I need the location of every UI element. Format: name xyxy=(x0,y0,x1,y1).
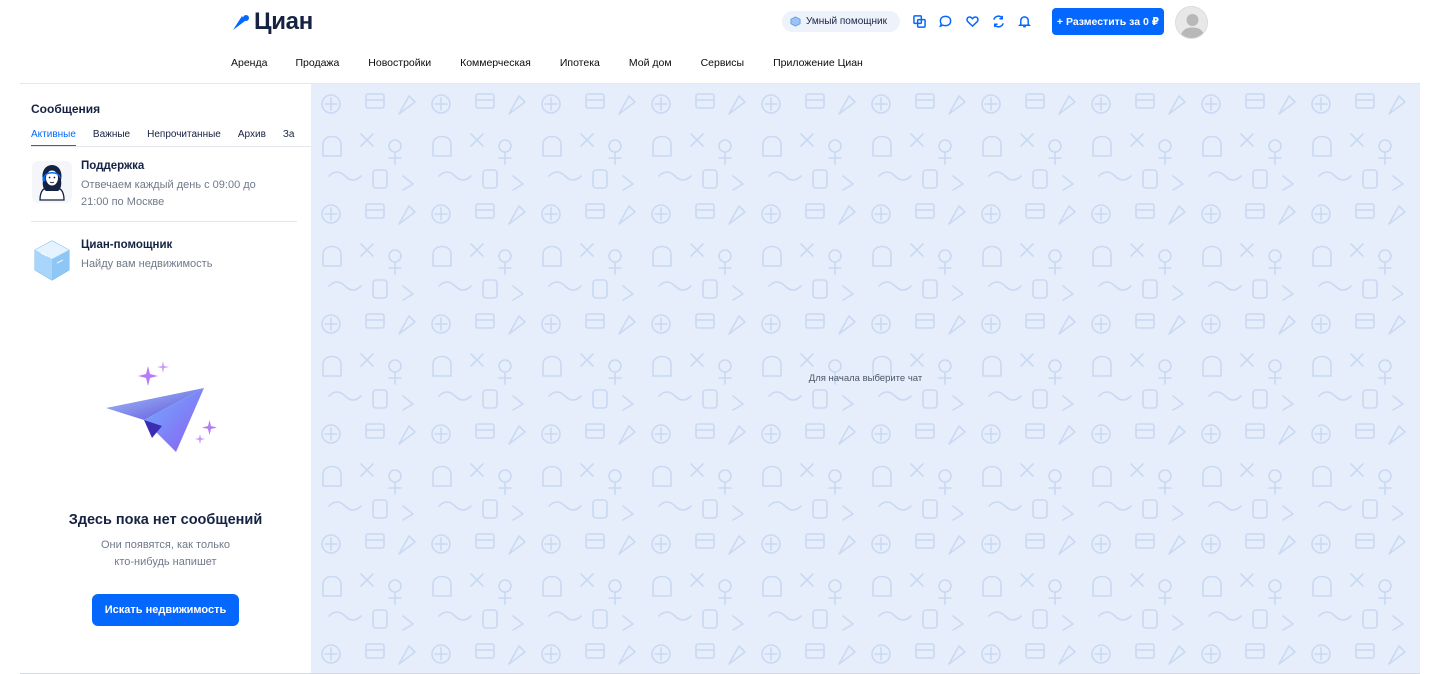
post-listing-button[interactable]: + Разместить за 0 ₽ xyxy=(1052,8,1164,35)
tabs-divider xyxy=(31,146,311,147)
messages-icon[interactable] xyxy=(937,13,953,29)
tab-archive[interactable]: Архив xyxy=(238,129,266,147)
tab-important[interactable]: Важные xyxy=(93,129,130,147)
empty-state-subtitle: Они появятся, как только кто-нибудь напи… xyxy=(20,537,311,571)
nav-item-my-home[interactable]: Мой дом xyxy=(629,57,672,73)
logo[interactable]: Циан xyxy=(231,8,313,36)
paper-plane-illustration xyxy=(104,356,224,456)
chat-divider xyxy=(31,221,297,222)
saved-search-icon[interactable] xyxy=(990,13,1006,29)
paper-plane-icon xyxy=(106,361,217,452)
header: Циан Умный помощник + Разместить за 0 ₽ xyxy=(0,0,1440,84)
chat-area: Для начала выберите чат xyxy=(311,84,1420,673)
tab-more[interactable]: За xyxy=(283,129,295,147)
user-avatar-icon xyxy=(1180,14,1205,38)
chat-item-cian-assistant[interactable]: Циан-помощник Найду вам недвижимость xyxy=(31,239,297,299)
logo-text: Циан xyxy=(254,8,313,35)
assistant-avatar xyxy=(31,239,73,283)
empty-state-subtitle-line: кто-нибудь напишет xyxy=(114,556,217,568)
nav-item-mortgage[interactable]: Ипотека xyxy=(560,57,600,73)
support-avatar xyxy=(31,160,73,204)
chat-name: Поддержка xyxy=(81,160,145,172)
sidebar-title: Сообщения xyxy=(31,102,101,116)
tab-active[interactable]: Активные xyxy=(31,129,76,147)
chat-name: Циан-помощник xyxy=(81,239,173,251)
nav-item-services[interactable]: Сервисы xyxy=(701,57,745,73)
smart-assistant-label: Умный помощник xyxy=(806,16,887,27)
message-tabs: Активные Важные Непрочитанные Архив За xyxy=(31,129,311,147)
avatar[interactable] xyxy=(1175,6,1208,39)
messages-sidebar: Сообщения Активные Важные Непрочитанные … xyxy=(20,84,311,673)
chat-placeholder-text: Для начала выберите чат xyxy=(808,373,923,384)
chat-item-support[interactable]: Поддержка Отвечаем каждый день с 09:00 д… xyxy=(31,160,297,220)
nav-item-commercial[interactable]: Коммерческая xyxy=(460,57,531,73)
assistant-cube-icon xyxy=(34,240,70,281)
favorites-icon[interactable] xyxy=(964,13,980,29)
cian-logo-icon xyxy=(233,15,249,30)
notifications-icon[interactable] xyxy=(1016,13,1032,29)
nav-item-sale[interactable]: Продажа xyxy=(295,57,339,73)
nav-item-app[interactable]: Приложение Циан xyxy=(773,57,863,73)
nav-item-new-buildings[interactable]: Новостройки xyxy=(368,57,431,73)
empty-state-subtitle-line: Они появятся, как только xyxy=(100,539,231,551)
assistant-cube-icon xyxy=(790,16,801,27)
tab-unread[interactable]: Непрочитанные xyxy=(147,129,221,147)
compare-icon[interactable] xyxy=(911,13,927,29)
search-property-button[interactable]: Искать недвижимость xyxy=(92,594,239,626)
chat-preview: Отвечаем каждый день с 09:00 до 21:00 по… xyxy=(81,179,256,208)
nav-item-rent[interactable]: Аренда xyxy=(231,57,267,73)
main-nav: Аренда Продажа Новостройки Коммерческая … xyxy=(231,57,863,73)
chat-preview: Найду вам недвижимость xyxy=(81,258,213,270)
empty-state-title: Здесь пока нет сообщений xyxy=(68,512,263,528)
smart-assistant-button[interactable]: Умный помощник xyxy=(782,11,900,32)
support-agent-icon xyxy=(32,161,72,203)
